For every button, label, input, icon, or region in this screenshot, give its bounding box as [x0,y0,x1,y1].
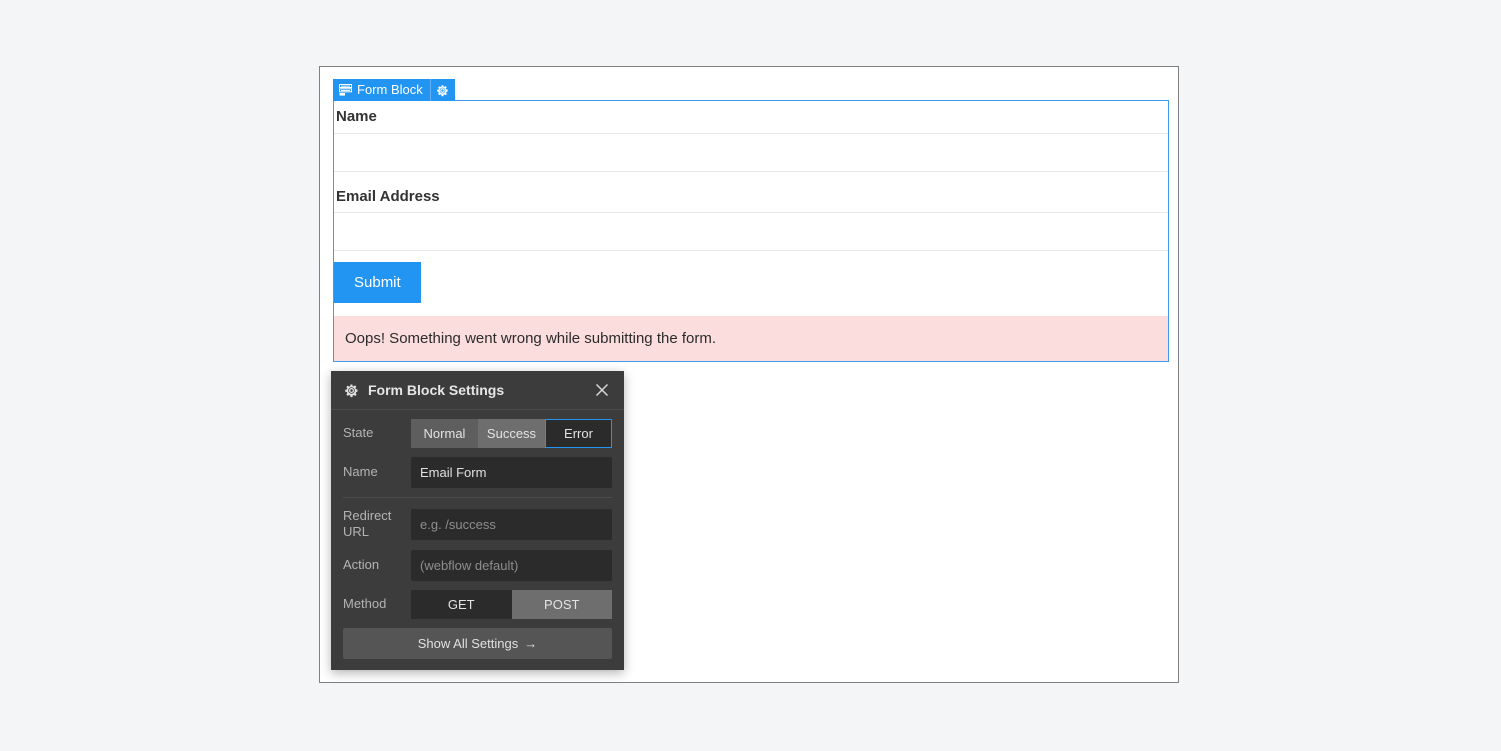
form-block-settings-gear-button[interactable] [429,79,455,101]
field-gap [334,172,1168,181]
method-option-post[interactable]: POST [511,589,612,619]
method-label: Method [343,595,387,611]
redirect-url-control [411,508,612,540]
method-row: Method GET POST [343,589,612,619]
form-block[interactable]: Form Block Name Email Address Submit Oop… [333,79,1169,362]
state-control: Normal Success Error [411,419,612,448]
action-input[interactable] [411,549,612,581]
redirect-url-row: Redirect URL [343,508,612,541]
form-inner: Name Email Address Submit Oops! Somethin… [334,101,1168,361]
gear-icon [344,383,359,398]
name-input[interactable] [334,132,1168,172]
form-error-message: Oops! Something went wrong while submitt… [334,316,1168,361]
name-control [411,457,612,488]
state-option-error[interactable]: Error [545,419,612,448]
form-block-tab-label: Form Block [357,82,423,97]
state-row: State Normal Success Error [343,419,612,448]
method-segmented-control: GET POST [411,589,612,619]
settings-panel-title: Form Block Settings [368,382,505,398]
state-option-normal[interactable]: Normal [411,419,478,448]
settings-panel-header: Form Block Settings [331,371,624,410]
name-label: Name [336,108,377,125]
show-all-settings-label: Show All Settings [417,635,519,651]
settings-panel-body: State Normal Success Error Name Redirect… [331,410,624,670]
arrow-right-icon: → [524,635,538,651]
show-all-settings-button[interactable]: Show All Settings → [343,627,612,659]
email-input[interactable] [334,212,1168,251]
method-option-get[interactable]: GET [411,589,512,619]
state-segmented-control: Normal Success Error [411,419,612,448]
method-control: GET POST [411,589,612,619]
action-label: Action [343,556,380,572]
state-option-success[interactable]: Success [478,419,545,448]
form-block-tab-main[interactable]: Form Block [333,79,430,101]
form-icon [339,84,352,96]
action-row: Action [343,549,612,581]
form-block-tab[interactable]: Form Block [333,79,455,101]
name-row: Name [343,457,612,488]
name-label: Name [343,464,378,480]
settings-divider [343,497,612,498]
redirect-url-input[interactable] [411,508,612,540]
submit-button[interactable]: Submit [334,262,421,303]
state-label: State [343,425,374,441]
action-control [411,549,612,581]
form-block-settings-panel: Form Block Settings State Normal Success… [331,371,624,670]
gear-icon [436,84,449,97]
email-label: Email Address [336,187,440,205]
close-icon[interactable] [592,380,612,400]
form-name-input[interactable] [411,457,612,488]
submit-row: Submit [334,251,1168,316]
redirect-url-label: Redirect URL [343,508,392,540]
